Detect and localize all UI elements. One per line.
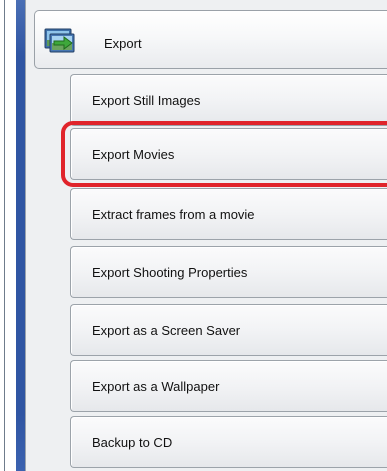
export-screen-saver-button[interactable]: Export as a Screen Saver [70,304,387,356]
backup-to-cd-label: Backup to CD [92,435,173,450]
window-edge-line [4,0,5,471]
export-wallpaper-button[interactable]: Export as a Wallpaper [70,360,387,412]
extract-frames-label: Extract frames from a movie [92,207,255,222]
export-movies-label: Export Movies [92,147,175,162]
extract-frames-button[interactable]: Extract frames from a movie [70,188,387,240]
export-group-label: Export [104,36,142,51]
export-screen-saver-label: Export as a Screen Saver [92,323,241,338]
export-wallpaper-label: Export as a Wallpaper [92,379,220,394]
export-movies-button[interactable]: Export Movies [70,128,387,180]
backup-to-cd-button[interactable]: Backup to CD [70,416,387,468]
blue-side-rail [16,0,25,471]
export-menu-window: Export Export Still Images Export Movies… [0,0,387,471]
export-images-icon [44,28,76,54]
export-shooting-properties-button[interactable]: Export Shooting Properties [70,246,387,298]
export-shooting-properties-label: Export Shooting Properties [92,265,248,280]
export-group-button[interactable]: Export [34,10,387,69]
export-still-images-button[interactable]: Export Still Images [70,74,387,126]
export-still-images-label: Export Still Images [92,93,201,108]
